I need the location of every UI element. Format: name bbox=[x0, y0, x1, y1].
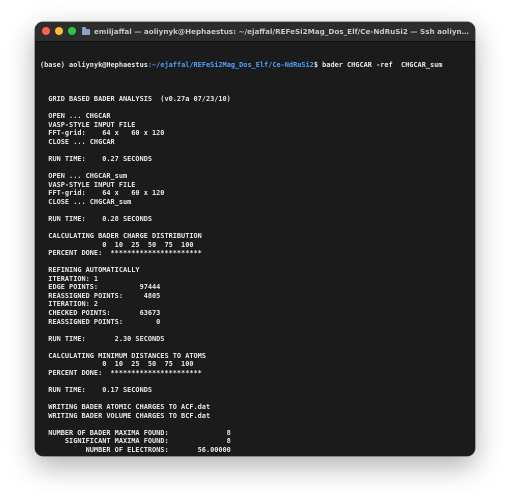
output-line: 0 10 25 50 75 100 bbox=[40, 240, 194, 249]
output-line: OPEN ... CHGCAR_sum bbox=[40, 172, 128, 181]
output-line: NUMBER OF BADER MAXIMA FOUND: 8 bbox=[40, 428, 231, 437]
output-line: FFT-grid: 64 x 60 x 120 bbox=[40, 189, 165, 198]
output-line: 0 10 25 50 75 100 bbox=[40, 360, 194, 369]
command-line: (base) aoliynyk@Hephaestus:~/ejaffal/REF… bbox=[40, 61, 471, 70]
output-line: ITERATION: 2 bbox=[40, 300, 99, 309]
folder-icon bbox=[82, 26, 90, 35]
output-line: CLOSE ... CHGCAR_sum bbox=[40, 197, 132, 206]
output-line: RUN TIME: 0.27 SECONDS bbox=[40, 155, 153, 164]
output-line: EDGE POINTS: 97444 bbox=[40, 283, 161, 292]
output-line: OPEN ... CHGCAR bbox=[40, 112, 111, 121]
terminal-content[interactable]: (base) aoliynyk@Hephaestus:~/ejaffal/REF… bbox=[40, 44, 471, 452]
output-line: PERCENT DONE: ********************** bbox=[40, 368, 202, 377]
output-line: GRID BASED BADER ANALYSIS (v0.27a 07/23/… bbox=[40, 95, 231, 104]
output-line: REASSIGNED POINTS: 0 bbox=[40, 317, 161, 326]
prompt-env: (base) bbox=[40, 61, 70, 70]
command-text: bader CHGCAR -ref CHGCAR_sum bbox=[322, 61, 443, 70]
window-title-text: emiljaffal — aoliynyk@Hephaestus: ~/ejaf… bbox=[94, 27, 469, 36]
prompt-symbol: $ bbox=[313, 61, 323, 70]
maximize-button[interactable] bbox=[68, 27, 76, 35]
output-line: RUN TIME: 2.30 SECONDS bbox=[40, 334, 165, 343]
output-line: VASP-STYLE INPUT FILE bbox=[40, 120, 136, 129]
output-line: RUN TIME: 0.17 SECONDS bbox=[40, 385, 153, 394]
prompt-path: :~/ejaffal/REFeSi2Mag_Dos_Elf/Ce-NdRuSi2 bbox=[147, 61, 314, 70]
output-line: REFINING AUTOMATICALLY bbox=[40, 266, 140, 275]
output-line: CALCULATING BADER CHARGE DISTRIBUTION bbox=[40, 232, 202, 241]
output-line: SIGNIFICANT MAXIMA FOUND: 8 bbox=[40, 437, 231, 446]
output-line: CLOSE ... CHGCAR bbox=[40, 138, 115, 147]
command-output: GRID BASED BADER ANALYSIS (v0.27a 07/23/… bbox=[40, 87, 471, 452]
title-bar[interactable]: emiljaffal — aoliynyk@Hephaestus: ~/ejaf… bbox=[35, 22, 475, 42]
terminal-window: emiljaffal — aoliynyk@Hephaestus: ~/ejaf… bbox=[35, 22, 475, 456]
output-line: FFT-grid: 64 x 60 x 120 bbox=[40, 129, 165, 138]
output-line: RUN TIME: 0.28 SECONDS bbox=[40, 214, 153, 223]
output-line: NUMBER OF ELECTRONS: 56.00000 bbox=[40, 445, 231, 452]
close-button[interactable] bbox=[42, 27, 50, 35]
output-line: CALCULATING MINIMUM DISTANCES TO ATOMS bbox=[40, 351, 206, 360]
minimize-button[interactable] bbox=[55, 27, 63, 35]
output-line: PERCENT DONE: ********************** bbox=[40, 249, 202, 258]
output-line: VASP-STYLE INPUT FILE bbox=[40, 180, 136, 189]
output-line: WRITING BADER ATOMIC CHARGES TO ACF.dat bbox=[40, 402, 211, 411]
output-line: CHECKED POINTS: 63673 bbox=[40, 308, 161, 317]
prompt-user-host: aoliynyk@Hephaestus bbox=[69, 61, 148, 70]
output-line: ITERATION: 1 bbox=[40, 274, 99, 283]
window-title: emiljaffal — aoliynyk@Hephaestus: ~/ejaf… bbox=[82, 22, 469, 41]
output-line: WRITING BADER VOLUME CHARGES TO BCF.dat bbox=[40, 411, 211, 420]
output-line: REASSIGNED POINTS: 4805 bbox=[40, 291, 161, 300]
